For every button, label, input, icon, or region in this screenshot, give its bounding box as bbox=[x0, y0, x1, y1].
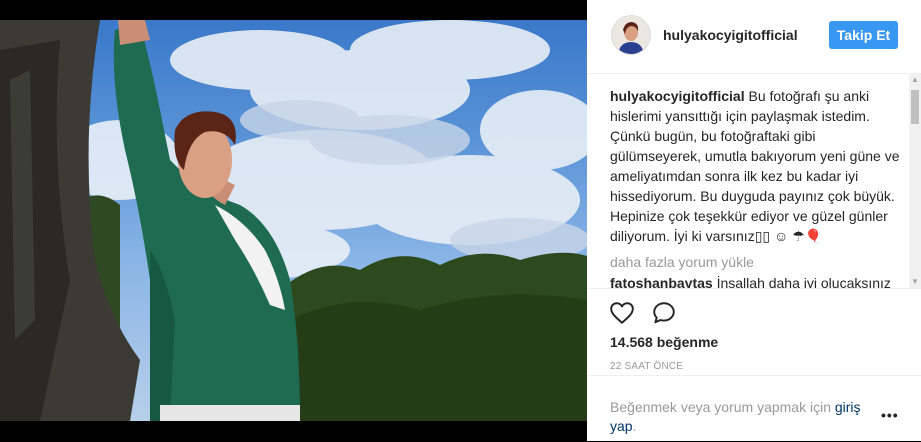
comments-scrollbar[interactable]: ▲ ▼ bbox=[909, 74, 921, 288]
post-side-panel: hulyakocyigitofficial Takip Et hulyakocy… bbox=[587, 0, 921, 441]
caption-username[interactable]: hulyakocyigitofficial bbox=[610, 88, 745, 104]
heart-outline-icon[interactable] bbox=[609, 300, 635, 326]
comments-list: hulyakocyigitofficial Bu fotoğrafı şu an… bbox=[610, 86, 900, 288]
login-prompt-text: Beğenmek veya yorum yapmak için bbox=[610, 399, 835, 415]
post-author-username[interactable]: hulyakocyigitofficial bbox=[663, 27, 798, 43]
speech-bubble-icon[interactable] bbox=[651, 300, 677, 326]
comment-username[interactable]: fatoshanbaytas bbox=[610, 275, 713, 288]
comment-item: fatoshanbaytas İnşallah daha iyi olucaks… bbox=[610, 273, 900, 288]
login-prompt-area: Beğenmek veya yorum yapmak için giriş ya… bbox=[587, 375, 921, 442]
post-timestamp[interactable]: 22 SAAT ÖNCE bbox=[610, 361, 683, 372]
load-more-comments-link[interactable]: daha fazla yorum yükle bbox=[610, 252, 900, 272]
login-prompt: Beğenmek veya yorum yapmak için giriş ya… bbox=[610, 398, 870, 436]
avatar-image bbox=[612, 16, 650, 54]
comment-text: İnşallah daha iyi olucaksınız bbox=[716, 275, 891, 288]
login-prompt-suffix: . bbox=[632, 418, 637, 434]
follow-button[interactable]: Takip Et bbox=[829, 21, 898, 49]
post-header: hulyakocyigitofficial Takip Et bbox=[587, 0, 921, 74]
caption-text: Bu fotoğrafı şu anki hislerimi yansıttığ… bbox=[610, 88, 900, 244]
scroll-thumb[interactable] bbox=[911, 90, 919, 124]
photo-illustration bbox=[0, 20, 587, 421]
scroll-down-arrow-icon[interactable]: ▼ bbox=[909, 276, 921, 288]
avatar[interactable] bbox=[611, 15, 651, 55]
scroll-up-arrow-icon[interactable]: ▲ bbox=[909, 74, 921, 86]
more-options-icon[interactable]: ••• bbox=[881, 407, 899, 423]
post-photo[interactable] bbox=[0, 20, 587, 421]
like-count[interactable]: 14.568 beğenme bbox=[610, 334, 718, 350]
post-caption: hulyakocyigitofficial Bu fotoğrafı şu an… bbox=[610, 86, 900, 246]
